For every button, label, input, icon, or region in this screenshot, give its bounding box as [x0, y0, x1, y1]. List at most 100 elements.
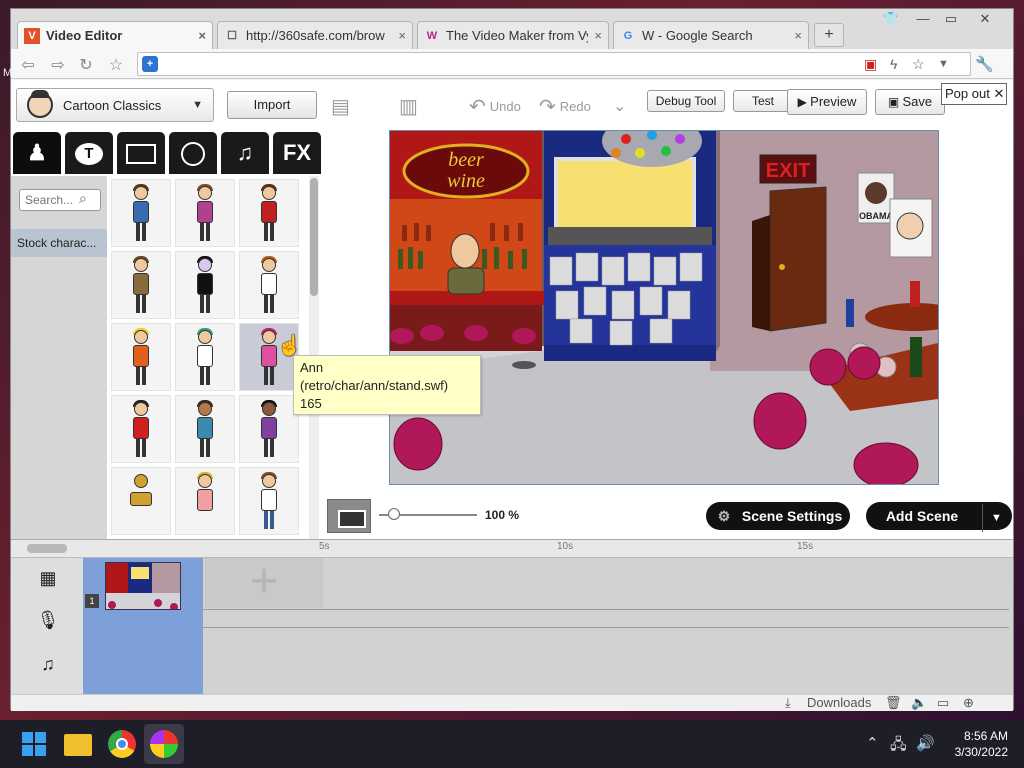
chevron-down-icon[interactable]: ▼: [981, 504, 1010, 532]
save-disk-icon: ▣: [887, 95, 900, 109]
clock-date: 3/30/2022: [954, 745, 1008, 759]
tab-title: Video Editor: [46, 28, 123, 43]
character-thumb[interactable]: [239, 395, 299, 463]
tab-close-icon[interactable]: ×: [594, 28, 602, 43]
add-scene-button[interactable]: Add Scene ▼: [866, 502, 1012, 532]
shirt-icon[interactable]: 👕: [877, 11, 905, 27]
scrollbar-thumb[interactable]: [310, 178, 318, 296]
library-category-stock-characters[interactable]: Stock charac...: [11, 229, 107, 257]
downloads-link[interactable]: Downloads: [807, 695, 871, 710]
music-track[interactable]: [83, 628, 1009, 695]
wrench-icon[interactable]: 🔧: [975, 55, 994, 73]
tab-close-icon[interactable]: ×: [398, 28, 406, 43]
character-thumb[interactable]: [111, 395, 171, 463]
character-thumb[interactable]: [239, 179, 299, 247]
copy-icon[interactable]: ▤: [331, 94, 350, 119]
track-area: 1 +: [83, 558, 1009, 695]
character-thumb[interactable]: [111, 179, 171, 247]
chevron-down-icon[interactable]: ⌄: [613, 96, 626, 116]
tab-backgrounds[interactable]: [117, 132, 165, 174]
flash-icon[interactable]: ϟ: [890, 56, 897, 72]
reload-icon[interactable]: ↻: [75, 55, 97, 75]
minimize-icon[interactable]: —: [909, 11, 937, 26]
character-thumb[interactable]: [111, 323, 171, 391]
scene-thumbnail[interactable]: [105, 562, 181, 610]
add-scene-slot[interactable]: +: [205, 558, 323, 608]
tab-speech[interactable]: T: [65, 132, 113, 174]
tab-music[interactable]: ♫: [221, 132, 269, 174]
character-thumb-dog[interactable]: [111, 467, 171, 535]
theme-select[interactable]: Cartoon Classics ▼: [16, 88, 214, 122]
voice-track[interactable]: [83, 610, 1009, 628]
debug-tool-button[interactable]: Debug Tool: [647, 90, 725, 112]
zoom-level: 100 %: [485, 508, 520, 522]
sound-icon[interactable]: 🔈: [911, 695, 927, 711]
scene-clip-selected[interactable]: 1: [83, 558, 203, 695]
forward-icon[interactable]: ⇨: [47, 55, 69, 75]
tab-google-search[interactable]: G W - Google Search ×: [613, 21, 809, 49]
search-icon[interactable]: ⌕: [79, 190, 87, 207]
network-icon[interactable]: 🖧: [890, 734, 907, 759]
favorite-star-icon[interactable]: ☆: [912, 56, 925, 73]
download-icon[interactable]: ⤓: [785, 695, 791, 711]
volume-icon[interactable]: 🔊: [916, 734, 935, 752]
character-thumb[interactable]: [175, 323, 235, 391]
import-button[interactable]: Import: [227, 91, 317, 119]
windows-start-icon[interactable]: [20, 730, 48, 758]
zoom-icon[interactable]: ⊕: [963, 695, 974, 711]
trash-icon[interactable]: 🗑: [885, 695, 902, 711]
tab-close-icon[interactable]: ×: [794, 28, 802, 43]
test-button[interactable]: Test: [733, 90, 793, 112]
tab-fx[interactable]: FX: [273, 132, 321, 174]
close-icon[interactable]: ✕: [993, 86, 1004, 101]
save-button[interactable]: ▣ Save: [875, 89, 945, 115]
character-thumb[interactable]: [239, 467, 299, 535]
ruler-tick: 5s: [319, 541, 330, 552]
new-tab-button[interactable]: +: [814, 23, 844, 47]
character-thumb[interactable]: [175, 179, 235, 247]
tab-360safe[interactable]: ☐ http://360safe.com/brow ×: [217, 21, 413, 49]
redo-button[interactable]: ↷ Redo: [539, 94, 591, 119]
scene-settings-button[interactable]: ⚙ Scene Settings: [706, 502, 850, 530]
tab-video-editor[interactable]: V Video Editor ×: [17, 21, 213, 49]
back-icon[interactable]: ⇦: [17, 55, 39, 75]
screen-icon[interactable]: ▭: [937, 695, 949, 711]
file-explorer-icon[interactable]: [64, 734, 92, 756]
landscape-icon: [126, 144, 156, 165]
character-grid: [108, 176, 308, 540]
character-thumb[interactable]: [239, 251, 299, 319]
scene-number: 1: [85, 594, 99, 608]
maximize-icon[interactable]: ▭: [937, 11, 965, 27]
tab-close-icon[interactable]: ×: [198, 28, 206, 43]
timeline-ruler[interactable]: 5s 10s 15s: [11, 540, 1013, 558]
undo-button[interactable]: ↶ Undo: [469, 94, 521, 119]
bookmark-star-icon[interactable]: ☆: [105, 55, 127, 75]
character-thumb[interactable]: [111, 251, 171, 319]
address-bar[interactable]: + ▣ ϟ ☆ ▼: [137, 52, 971, 76]
bar-scene-background: beer wine EXIT OBAMA: [390, 131, 938, 484]
browser-360-icon[interactable]: [150, 730, 178, 758]
preview-button[interactable]: ▶ Preview: [787, 89, 867, 115]
clock[interactable]: 8:56 AM 3/30/2022: [938, 728, 1008, 760]
ruler-zoom-handle[interactable]: [27, 544, 67, 553]
paste-icon[interactable]: ▥: [399, 94, 418, 119]
tab-props[interactable]: [169, 132, 217, 174]
chevron-up-icon[interactable]: ⌃: [866, 734, 879, 752]
pop-out-button[interactable]: Pop out ✕: [941, 83, 1007, 105]
dropdown-icon[interactable]: ▼: [938, 58, 949, 70]
zoom-slider-knob[interactable]: [387, 508, 400, 520]
microphone-icon: 🎙: [36, 610, 60, 630]
character-thumb[interactable]: [175, 395, 235, 463]
chrome-icon[interactable]: [108, 730, 136, 758]
close-window-icon[interactable]: ✕: [971, 11, 999, 27]
ruler-tick: 15s: [797, 541, 814, 552]
blocked-icon[interactable]: ▣: [864, 56, 877, 73]
google-favicon-icon: G: [623, 29, 633, 42]
library-search-input[interactable]: [19, 189, 101, 211]
screenshot-toggle-icon[interactable]: [327, 499, 371, 533]
character-thumb-cupid[interactable]: [175, 467, 235, 535]
scene-stage[interactable]: beer wine EXIT OBAMA: [389, 130, 939, 485]
character-thumb[interactable]: [175, 251, 235, 319]
tab-characters[interactable]: ♟: [13, 132, 61, 174]
tab-video-maker[interactable]: W The Video Maker from Vy ×: [417, 21, 609, 49]
